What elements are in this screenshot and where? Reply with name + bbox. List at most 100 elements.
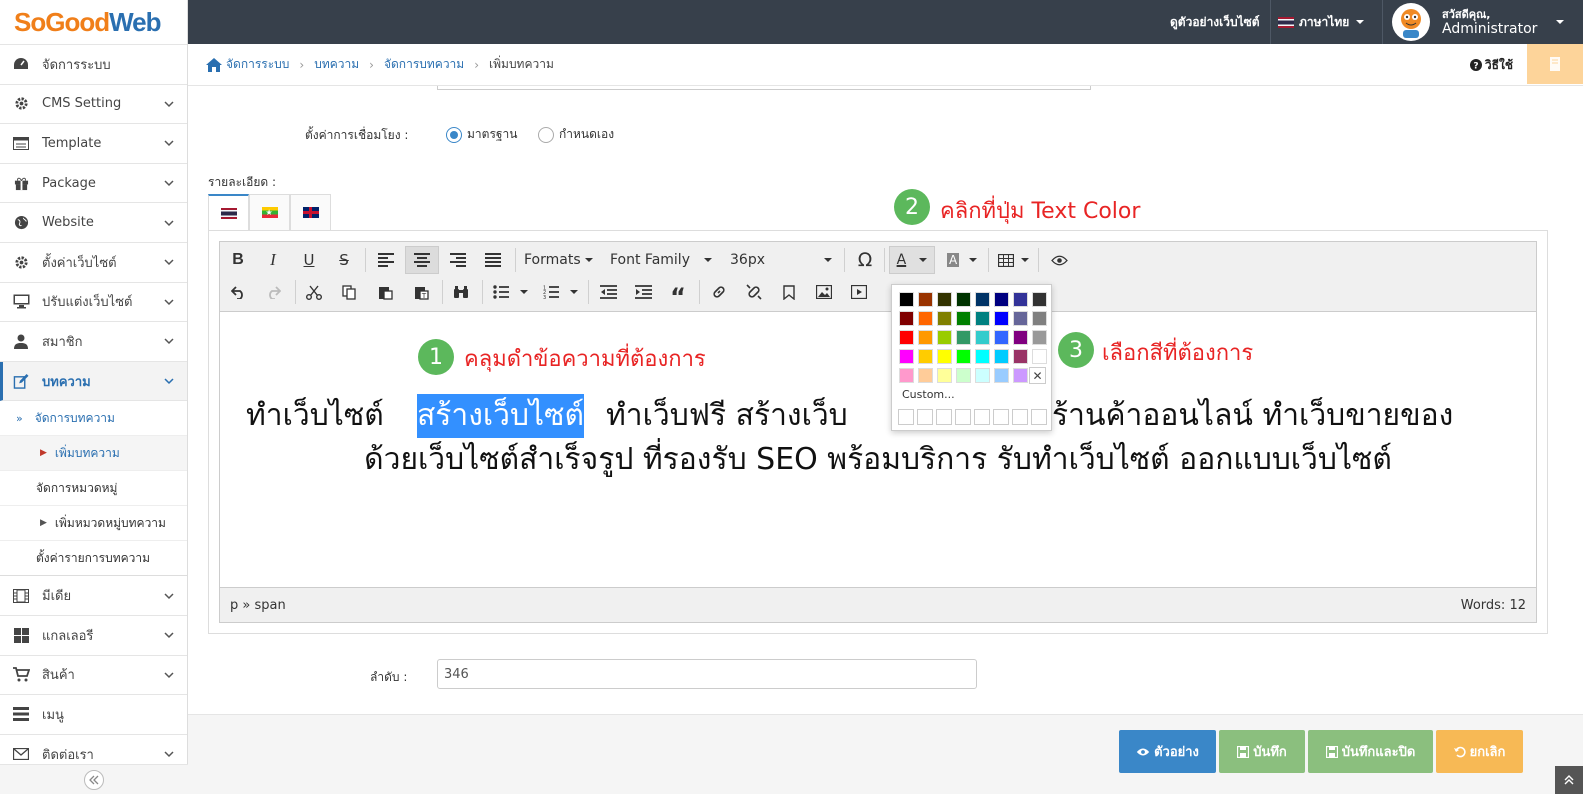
color-swatch[interactable] [975,349,990,364]
sidebar-item-package[interactable]: Package [0,164,187,204]
font-family-dropdown[interactable]: Font Family [610,246,712,274]
color-swatch[interactable] [1013,349,1028,364]
color-swatch[interactable] [975,311,990,326]
custom-color-slot[interactable] [974,409,990,425]
strikethrough-button[interactable]: S [330,246,358,274]
custom-color-slot[interactable] [1031,409,1047,425]
custom-color-slot[interactable] [1012,409,1028,425]
radio-standard[interactable]: มาตรฐาน [446,125,517,144]
color-swatch[interactable] [937,311,952,326]
color-swatch[interactable] [937,349,952,364]
numbered-list-button[interactable]: 123 [537,278,583,306]
sidebar-subitem-add-article[interactable]: ▶ เพิ่มบทความ [0,436,187,472]
color-swatch[interactable] [937,330,952,345]
custom-color-button[interactable]: Custom... [902,388,955,401]
color-swatch[interactable] [1013,368,1028,383]
save-close-button[interactable]: บันทึกและปิด [1308,730,1433,773]
align-justify-button[interactable] [477,246,509,274]
color-swatch[interactable] [899,330,914,345]
color-swatch[interactable] [1032,311,1047,326]
order-input[interactable]: 346 [437,659,977,689]
sidebar-subitem-manage-categories[interactable]: จัดการหมวดหมู่ [0,471,187,507]
color-swatch[interactable] [918,330,933,345]
color-swatch[interactable] [899,368,914,383]
breadcrumb-item[interactable]: จัดการบทความ [384,55,464,74]
custom-color-slot[interactable] [936,409,952,425]
preview-article-button[interactable]: ตัวอย่าง [1119,730,1216,773]
color-swatch[interactable] [994,292,1009,307]
color-swatch[interactable] [937,292,952,307]
sidebar-subitem-article-settings[interactable]: ตั้งค่ารายการบทความ [0,541,187,577]
sidebar-item-customize[interactable]: ปรับแต่งเว็บไซต์ [0,283,187,323]
tab-thai[interactable] [208,194,249,230]
color-swatch[interactable] [918,292,933,307]
sidebar-item-site-settings[interactable]: ตั้งค่าเว็บไซต์ [0,243,187,283]
custom-color-slot[interactable] [917,409,933,425]
color-swatch[interactable] [975,368,990,383]
double-chevron-left-icon[interactable] [84,769,104,790]
custom-color-slot[interactable] [898,409,914,425]
formats-dropdown[interactable]: Formats [524,246,594,274]
breadcrumb-item[interactable]: บทความ [314,55,359,74]
save-button[interactable]: บันทึก [1219,730,1305,773]
media-button[interactable] [844,278,874,306]
align-left-button[interactable] [370,246,402,274]
background-color-button[interactable]: A [942,246,982,274]
color-swatch[interactable] [1032,330,1047,345]
sidebar-item-media[interactable]: มีเดีย [0,576,187,616]
color-swatch[interactable] [937,368,952,383]
sidebar-subitem-add-category[interactable]: ▶ เพิ่มหมวดหมู่บทความ [0,506,187,542]
cancel-button[interactable]: ยกเลิก [1436,730,1523,773]
custom-color-slot[interactable] [993,409,1009,425]
color-swatch[interactable] [1013,311,1028,326]
color-swatch[interactable] [899,311,914,326]
sidebar-item-members[interactable]: สมาชิก [0,322,187,362]
color-swatch[interactable] [1013,292,1028,307]
radio-custom[interactable]: กำหนดเอง [538,125,614,144]
table-button[interactable] [994,246,1032,274]
paste-button[interactable] [371,278,399,306]
logo[interactable]: SoGood Web [0,0,187,44]
scroll-to-top-button[interactable] [1555,766,1583,794]
element-path[interactable]: p » span [230,598,286,613]
color-swatch[interactable] [1032,292,1047,307]
color-swatch[interactable] [918,349,933,364]
unlink-button[interactable] [739,278,769,306]
color-swatch[interactable] [899,292,914,307]
sidebar-item-gallery[interactable]: แกลเลอรี [0,616,187,656]
sidebar-item-template[interactable]: Template [0,124,187,164]
sidebar-item-system[interactable]: จัดการระบบ [0,45,187,85]
align-right-button[interactable] [442,246,474,274]
color-swatch[interactable] [956,330,971,345]
help-link[interactable]: ? วิธีใช้ [1469,44,1513,86]
radio-standard-circle[interactable] [446,126,462,143]
color-swatch[interactable] [956,368,971,383]
text-color-button[interactable]: A [889,246,935,274]
breadcrumb-item[interactable]: จัดการระบบ [226,55,289,74]
sidebar-item-products[interactable]: สินค้า [0,656,187,696]
custom-color-slot[interactable] [955,409,971,425]
radio-custom-circle[interactable] [538,126,554,143]
cut-button[interactable] [300,278,328,306]
bold-button[interactable]: B [224,246,252,274]
blockquote-button[interactable]: “ [663,278,693,311]
notes-button[interactable] [1527,44,1583,84]
redo-button[interactable] [259,278,287,306]
paste-text-button[interactable]: T [407,278,435,306]
color-swatch[interactable] [918,368,933,383]
color-swatch[interactable] [918,311,933,326]
color-swatch[interactable] [956,349,971,364]
color-swatch[interactable] [994,311,1009,326]
user-menu[interactable]: สวัสดีคุณ, Administrator [1392,0,1572,44]
color-swatch[interactable] [994,368,1009,383]
color-swatch[interactable] [899,349,914,364]
indent-button[interactable] [628,278,658,306]
color-swatch[interactable] [994,349,1009,364]
sidebar-item-website[interactable]: Website [0,203,187,243]
bullet-list-button[interactable] [487,278,533,306]
sidebar-subitem-manage-articles[interactable]: » จัดการบทความ [0,401,187,437]
font-size-dropdown[interactable]: 36px [730,246,832,274]
copy-button[interactable] [335,278,363,306]
color-swatch[interactable] [1013,330,1028,345]
preview-button[interactable] [1044,246,1074,274]
